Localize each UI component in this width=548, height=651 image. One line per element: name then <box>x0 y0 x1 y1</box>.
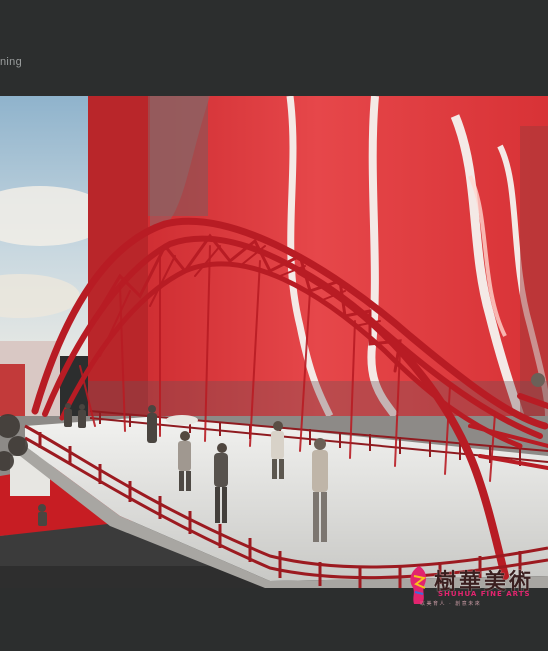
red-building <box>88 96 548 421</box>
bridge-rendering-image <box>0 96 548 588</box>
watermark-english-text: SHUHUA FINE ARTS <box>438 590 531 598</box>
page-caption: ning <box>0 56 22 68</box>
watermark-sub-text: 以美育人 · 創意未來 <box>420 601 482 607</box>
watermark-logo: 樹華美術 SHUHUA FINE ARTS 以美育人 · 創意未來 <box>406 562 536 608</box>
